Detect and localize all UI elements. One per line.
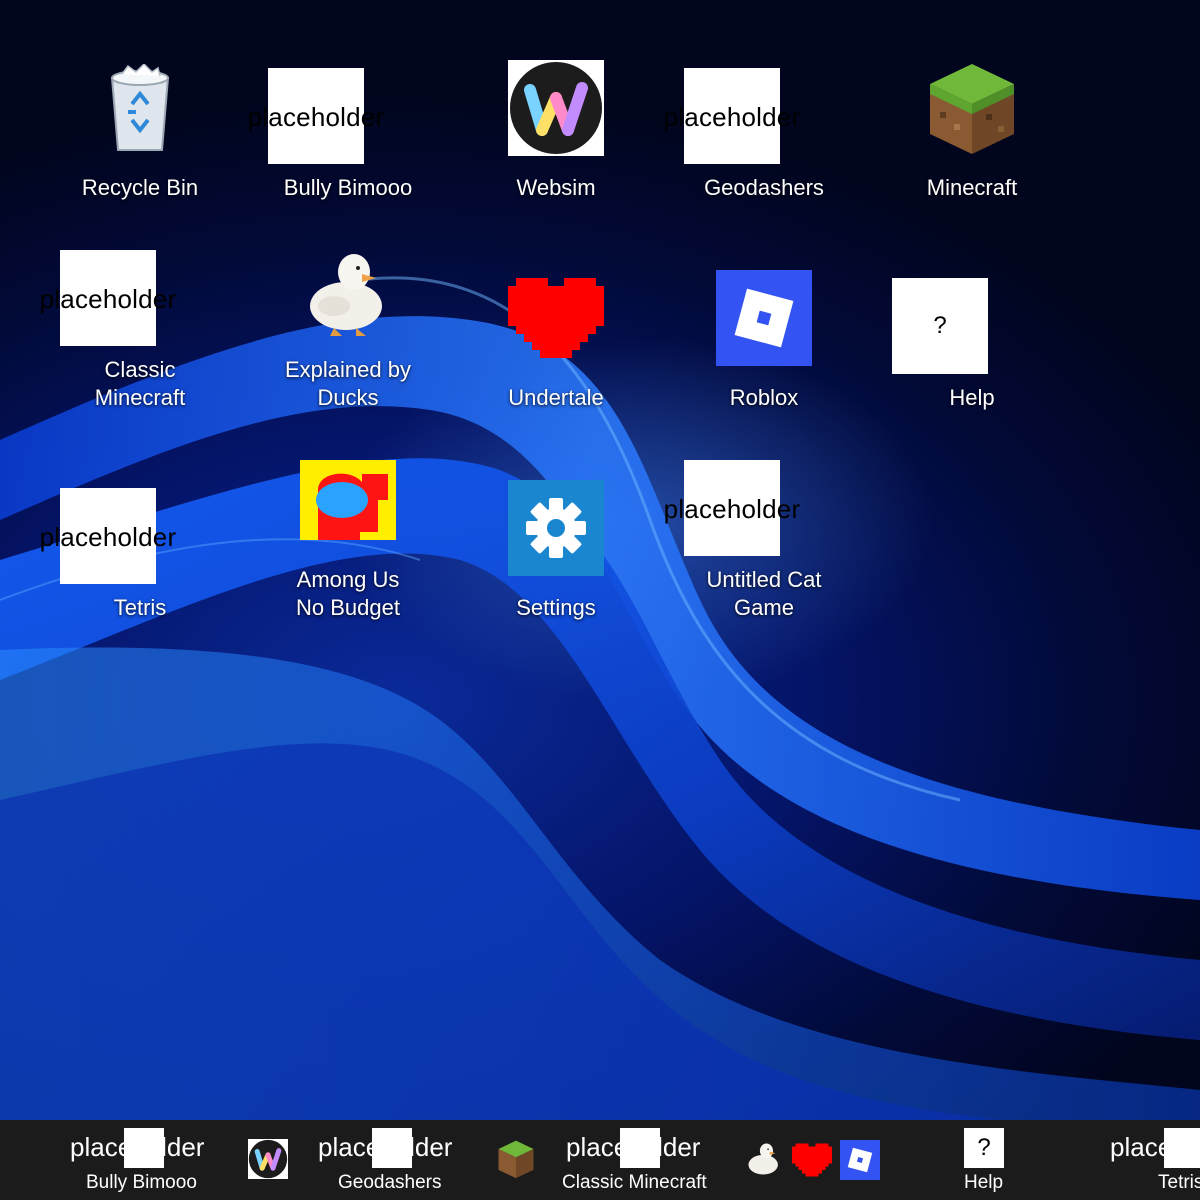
placeholder-text: placeholder: [663, 494, 801, 524]
taskbar-item-tetris[interactable]: placeholder Tetris: [1110, 1120, 1200, 1200]
desktop-icon-tetris[interactable]: placeholder Tetris: [40, 450, 224, 625]
desktop-icon-minecraft[interactable]: Minecraft: [888, 60, 1056, 210]
placeholder-text: placeholder: [1110, 1132, 1200, 1162]
websim-icon: [508, 60, 604, 156]
desktop-icon-explained-by-ducks[interactable]: Explained by Ducks: [264, 240, 432, 415]
placeholder-text: placeholder: [70, 1132, 205, 1162]
taskbar-item-classic-minecraft[interactable]: placeholder Classic Minecraft: [560, 1120, 730, 1200]
taskbar-item-roblox[interactable]: [838, 1120, 882, 1200]
desktop-icon-among-us-no-budget[interactable]: Among Us No Budget: [264, 450, 432, 625]
taskbar-item-undertale[interactable]: [790, 1120, 834, 1200]
red-heart-icon: [792, 1143, 832, 1177]
icon-label-line1: Explained by: [285, 357, 411, 382]
placeholder-text: placeholder: [663, 102, 801, 132]
icon-label-line2: Game: [734, 595, 794, 620]
taskbar: placeholder Bully Bimooo placeholder Geo…: [0, 1120, 1200, 1200]
icon-label: Geodashers: [704, 175, 824, 200]
minecraft-grass-block-icon: [930, 64, 1014, 154]
icon-label: Tetris: [113, 595, 167, 620]
desktop-icon-settings[interactable]: Settings: [472, 450, 640, 625]
icon-label: Websim: [516, 175, 596, 200]
placeholder-text: placeholder: [39, 522, 177, 552]
desktop-icon-geodashers[interactable]: placeholder Geodashers: [664, 60, 848, 210]
placeholder-text: placeholder: [247, 102, 385, 132]
desktop-icon-websim[interactable]: Websim: [472, 60, 640, 210]
desktop: Recycle Bin placeholder Bully Bimooo Web…: [0, 0, 1200, 1120]
roblox-icon: [840, 1140, 880, 1180]
icon-label-line1: Classic: [104, 357, 176, 382]
recycle-bin-icon: [110, 64, 170, 151]
red-heart-icon: [508, 278, 604, 358]
desktop-icon-help[interactable]: ? Help: [888, 240, 1056, 415]
placeholder-image: placeholder: [40, 488, 176, 584]
placeholder-text: placeholder: [318, 1132, 453, 1162]
taskbar-label: Classic Minecraft: [562, 1172, 707, 1193]
desktop-icon-classic-minecraft[interactable]: placeholder Classic Minecraft: [40, 240, 224, 415]
icon-label: Recycle Bin: [81, 175, 199, 200]
duck-icon: [748, 1143, 778, 1175]
gear-icon: [508, 480, 604, 576]
placeholder-image: placeholder: [248, 68, 384, 164]
taskbar-item-help[interactable]: ? Help: [954, 1120, 1014, 1200]
desktop-icon-untitled-cat-game[interactable]: placeholder Untitled Cat Game: [664, 450, 848, 625]
taskbar-item-minecraft[interactable]: [494, 1120, 538, 1200]
help-icon: ?: [892, 278, 988, 374]
among-us-icon: [300, 460, 396, 540]
icon-label: Minecraft: [926, 175, 1018, 200]
desktop-icon-bully-bimooo[interactable]: placeholder Bully Bimooo: [248, 60, 432, 210]
duck-icon: [310, 254, 382, 336]
taskbar-label: Bully Bimooo: [86, 1172, 197, 1193]
icon-label: Undertale: [508, 385, 604, 410]
desktop-icon-recycle-bin[interactable]: Recycle Bin: [56, 60, 224, 210]
taskbar-label: Geodashers: [338, 1172, 442, 1193]
icon-label-line1: Among Us: [296, 567, 400, 592]
taskbar-label: Tetris: [1158, 1172, 1200, 1193]
taskbar-item-websim[interactable]: [246, 1120, 290, 1200]
taskbar-item-geodashers[interactable]: placeholder Geodashers: [318, 1120, 468, 1200]
icon-label-line2: Minecraft: [94, 385, 186, 410]
placeholder-image: placeholder: [664, 68, 800, 164]
icon-label-line1: Untitled Cat: [706, 567, 822, 592]
taskbar-label: Help: [964, 1172, 1004, 1193]
icon-label: Settings: [516, 595, 596, 620]
help-icon: ?: [964, 1128, 1004, 1168]
icon-label: Roblox: [729, 385, 799, 410]
desktop-icon-roblox[interactable]: Roblox: [680, 240, 848, 415]
icon-label: Help: [949, 385, 995, 410]
icon-label-line2: Ducks: [317, 385, 379, 410]
taskbar-item-explained-by-ducks[interactable]: [744, 1120, 784, 1200]
icon-label-line2: No Budget: [296, 595, 400, 620]
placeholder-text: placeholder: [566, 1132, 701, 1162]
websim-icon: [248, 1139, 288, 1179]
icon-label: Bully Bimooo: [283, 175, 413, 200]
placeholder-image: placeholder: [664, 460, 800, 556]
placeholder-image: placeholder: [40, 250, 176, 346]
taskbar-item-bully-bimooo[interactable]: placeholder Bully Bimooo: [70, 1120, 220, 1200]
placeholder-text: placeholder: [39, 284, 177, 314]
minecraft-grass-block-icon: [498, 1140, 534, 1179]
desktop-icon-undertale[interactable]: Undertale: [472, 240, 640, 415]
roblox-icon: [716, 270, 812, 366]
